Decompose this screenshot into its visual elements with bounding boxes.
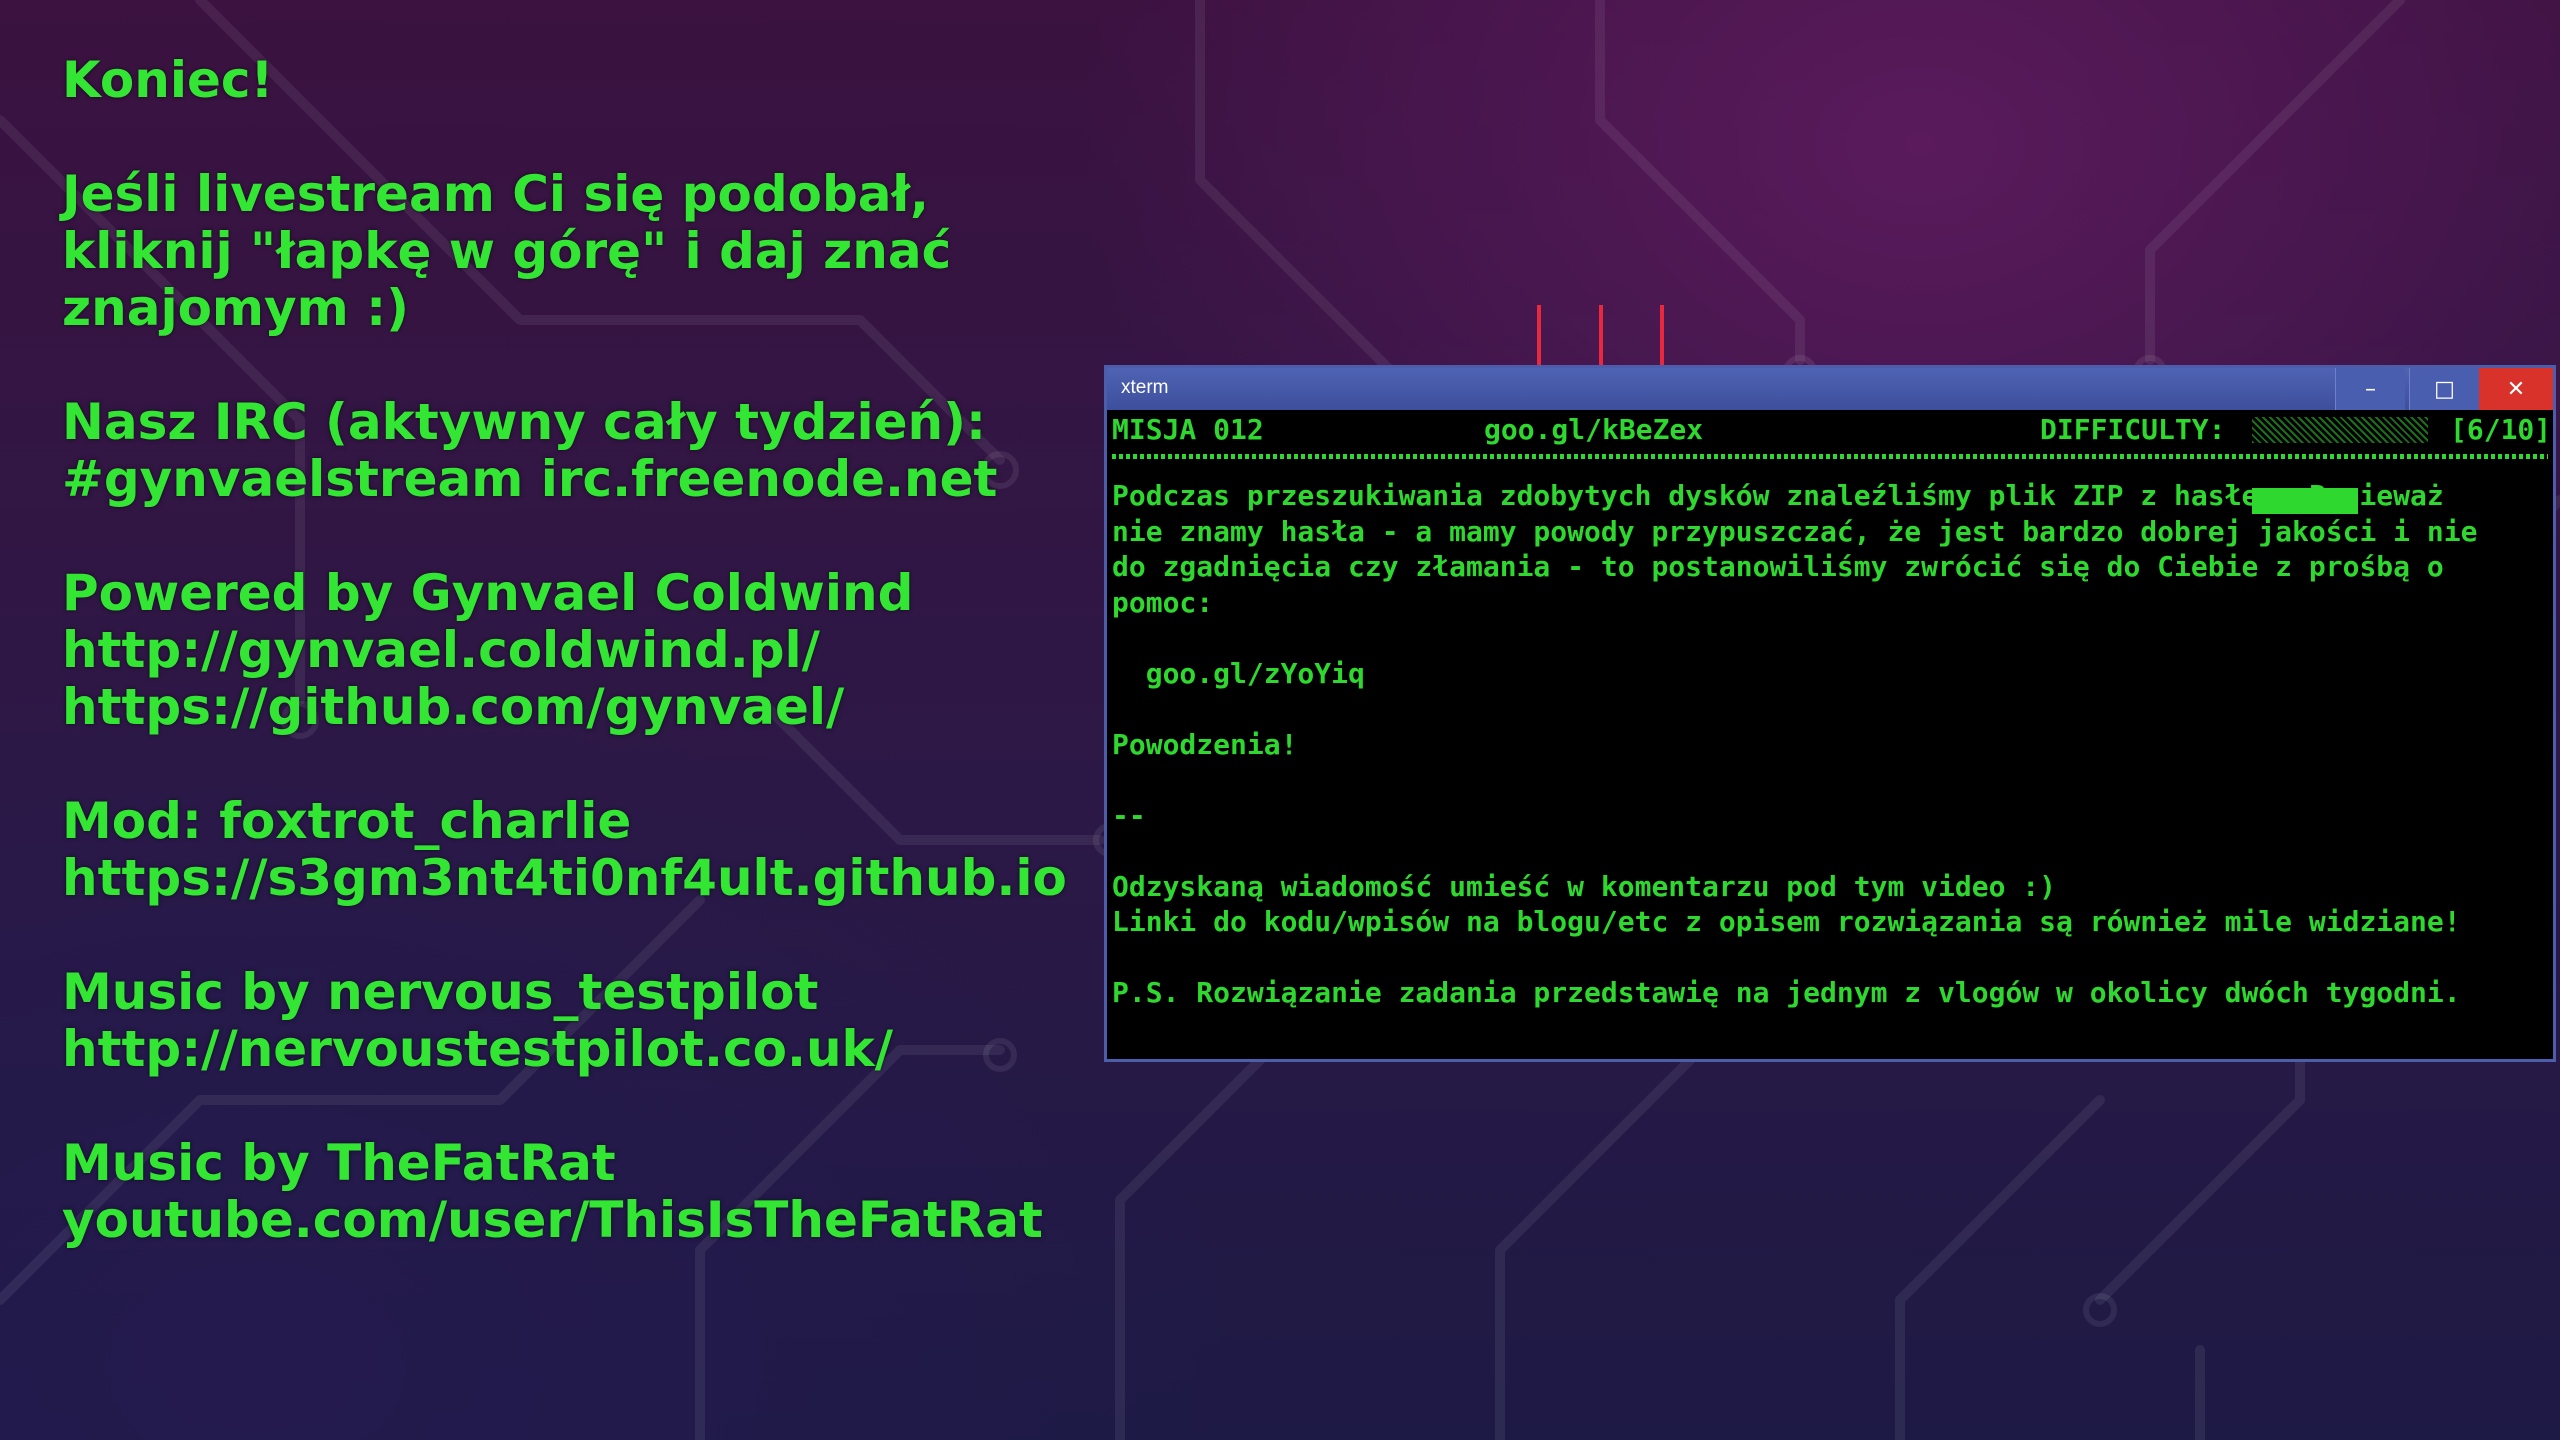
credits-line: http://nervoustestpilot.co.uk/ — [62, 1020, 894, 1078]
credits-block: Mod: foxtrot_charlie https://s3gm3nt4ti0n… — [62, 793, 1082, 907]
difficulty-score: [6/10] — [2450, 413, 2552, 446]
terminal-line: -- — [1112, 798, 1146, 832]
credits-line: Powered by Gynvael Coldwind — [62, 564, 914, 622]
terminal-header: MISJA 012 goo.gl/kBeZex DIFFICULTY: [6/1… — [1112, 412, 2552, 514]
credits-line: youtube.com/user/ThisIsTheFatRat — [62, 1191, 1043, 1249]
terminal-line: Powodzenia! — [1112, 727, 1298, 761]
difficulty-bar — [2252, 417, 2428, 514]
credits-line: Music by nervous_testpilot — [62, 963, 819, 1021]
window-titlebar[interactable]: xterm – □ ✕ — [1107, 368, 2553, 410]
credits-line: Jeśli livestream Ci się podobał, — [62, 165, 930, 223]
credits-line: kliknij "łapkę w górę" i daj znać — [62, 222, 952, 280]
credits-line: http://gynvael.coldwind.pl/ — [62, 621, 820, 679]
terminal-body: Podczas przeszukiwania zdobytych dysków … — [1112, 478, 2477, 1011]
credits-line: Nasz IRC (aktywny cały tydzień): — [62, 393, 986, 451]
credits-line: Koniec! — [62, 51, 274, 109]
credits-line: #gynvaelstream irc.freenode.net — [62, 450, 998, 508]
maximize-icon: □ — [2434, 376, 2455, 402]
header-separator — [1112, 454, 2548, 459]
credits-line: https://github.com/gynvael/ — [62, 678, 845, 736]
credits-block: Jeśli livestream Ci się podobał, kliknij … — [62, 166, 1082, 337]
credits-block: Music by TheFatRat youtube.com/user/ThisI… — [62, 1135, 1082, 1249]
terminal-line: P.S. Rozwiązanie zadania przedstawię na … — [1112, 976, 2461, 1009]
terminal-line: Odzyskaną wiadomość umieść w komentarzu … — [1112, 869, 2057, 903]
terminal-line: Linki do kodu/wpisów na blogu/etc z opis… — [1112, 905, 2461, 938]
terminal-content[interactable]: MISJA 012 goo.gl/kBeZex DIFFICULTY: [6/1… — [1112, 412, 2552, 1059]
mission-label: MISJA 012 — [1112, 413, 1264, 446]
credits-block: Nasz IRC (aktywny cały tydzień): #gynvael… — [62, 394, 1082, 508]
xterm-window[interactable]: xterm – □ ✕ MISJA 012 goo.gl/kBeZex DIFF… — [1104, 365, 2556, 1062]
window-title: xterm — [1121, 377, 1169, 398]
terminal-line: do zgadnięcia czy złamania - to postanow… — [1112, 550, 2444, 583]
credits-block: Music by nervous_testpilot http://nervous… — [62, 964, 1082, 1078]
minimize-icon: – — [2365, 376, 2376, 402]
terminal-line: goo.gl/zYoYiq — [1112, 656, 1365, 690]
credits-block: Koniec! — [62, 52, 1082, 109]
credits-panel: Koniec! Jeśli livestream Ci się podobał, k… — [62, 52, 1082, 1306]
close-button[interactable]: ✕ — [2479, 368, 2553, 410]
credits-block: Powered by Gynvael Coldwind http://gynvae… — [62, 565, 1082, 736]
close-icon: ✕ — [2506, 376, 2526, 402]
credits-line: https://s3gm3nt4ti0nf4ult.github.io — [62, 849, 1067, 907]
mission-url: goo.gl/kBeZex — [1484, 413, 1704, 446]
credits-line: Music by TheFatRat — [62, 1134, 616, 1192]
credits-line: Mod: foxtrot_charlie — [62, 792, 632, 850]
terminal-line: pomoc: — [1112, 585, 1214, 619]
maximize-button[interactable]: □ — [2409, 368, 2479, 410]
terminal-line: nie znamy hasła - a mamy powody przypusz… — [1112, 514, 2478, 548]
credits-line: znajomym :) — [62, 279, 409, 337]
terminal-line: Podczas przeszukiwania zdobytych dysków … — [1112, 479, 2444, 512]
minimize-button[interactable]: – — [2335, 368, 2405, 410]
difficulty-label: DIFFICULTY: — [2040, 413, 2226, 446]
